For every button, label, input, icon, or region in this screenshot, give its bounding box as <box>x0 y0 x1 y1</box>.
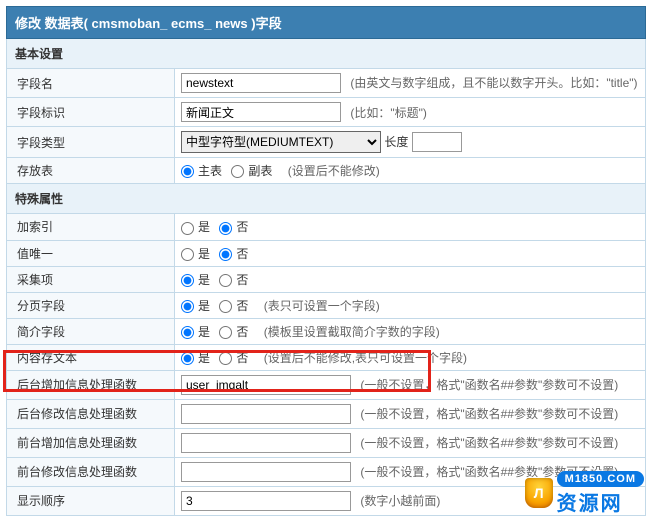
intro-no-radio[interactable] <box>219 326 232 339</box>
storage-main-radio[interactable] <box>181 165 194 178</box>
paging-yes-radio[interactable] <box>181 300 194 313</box>
content-no-radio[interactable] <box>219 352 232 365</box>
storage-main-label: 主表 <box>198 164 222 178</box>
page-title: 修改 数据表( cmsmoban_ ecms_ news )字段 <box>6 6 646 39</box>
content-yes-radio[interactable] <box>181 352 194 365</box>
length-label: 长度 <box>384 135 408 149</box>
label-storage: 存放表 <box>7 158 175 184</box>
hint-be-edit-fn: (一般不设置，格式"函数名##参数"参数可不设置) <box>360 407 618 421</box>
form-table: 字段名 (由英文与数字组成，且不能以数字开头。比如："title") 字段标识 … <box>6 69 646 184</box>
hint-content: (设置后不能修改,表只可设置一个字段) <box>264 351 467 365</box>
hint-order: (数字小越前面) <box>360 494 440 508</box>
field-type-select[interactable]: 中型字符型(MEDIUMTEXT) <box>181 131 381 153</box>
hint-storage: (设置后不能修改) <box>288 164 380 178</box>
hint-paging: (表只可设置一个字段) <box>264 299 380 313</box>
label-field-label: 字段标识 <box>7 98 175 127</box>
hint-field-label: (比如："标题") <box>350 106 427 120</box>
label-content: 内容存文本 <box>7 344 175 370</box>
label-fe-edit-fn: 前台修改信息处理函数 <box>7 457 175 486</box>
hint-intro: (模板里设置截取简介字数的字段) <box>264 325 440 339</box>
label-field-name: 字段名 <box>7 69 175 98</box>
label-collect: 采集项 <box>7 266 175 292</box>
logo-text: 资源网 <box>557 487 644 516</box>
intro-yes-radio[interactable] <box>181 326 194 339</box>
hint-field-name: (由英文与数字组成，且不能以数字开头。比如："title") <box>350 76 637 90</box>
be-edit-fn-input[interactable] <box>181 404 351 424</box>
storage-side-label: 副表 <box>248 164 272 178</box>
label-unique: 值唯一 <box>7 240 175 266</box>
shield-icon: Л <box>525 478 553 508</box>
label-field-type: 字段类型 <box>7 127 175 158</box>
paging-no-radio[interactable] <box>219 300 232 313</box>
field-label-input[interactable] <box>181 102 341 122</box>
label-be-edit-fn: 后台修改信息处理函数 <box>7 399 175 428</box>
label-be-add-fn: 后台增加信息处理函数 <box>7 370 175 399</box>
field-name-input[interactable] <box>181 73 341 93</box>
section-special: 特殊属性 <box>6 184 646 214</box>
unique-no-radio[interactable] <box>219 248 232 261</box>
order-input[interactable] <box>181 491 351 511</box>
collect-no-radio[interactable] <box>219 274 232 287</box>
fe-add-fn-input[interactable] <box>181 433 351 453</box>
unique-yes-radio[interactable] <box>181 248 194 261</box>
site-watermark: Л M1850.COM 资源网 <box>525 471 644 516</box>
addindex-no-radio[interactable] <box>219 222 232 235</box>
addindex-yes-radio[interactable] <box>181 222 194 235</box>
label-intro: 简介字段 <box>7 318 175 344</box>
label-order: 显示顺序 <box>7 486 175 515</box>
logo-badge: M1850.COM <box>557 471 644 487</box>
hint-be-add-fn: (一般不设置，格式"函数名##参数"参数可不设置) <box>360 378 618 392</box>
be-add-fn-input[interactable] <box>181 375 351 395</box>
label-add-index: 加索引 <box>7 214 175 240</box>
section-basic: 基本设置 <box>6 39 646 69</box>
storage-side-radio[interactable] <box>231 165 244 178</box>
label-paging: 分页字段 <box>7 292 175 318</box>
collect-yes-radio[interactable] <box>181 274 194 287</box>
fe-edit-fn-input[interactable] <box>181 462 351 482</box>
hint-fe-add-fn: (一般不设置，格式"函数名##参数"参数可不设置) <box>360 436 618 450</box>
length-input[interactable] <box>412 132 462 152</box>
label-fe-add-fn: 前台增加信息处理函数 <box>7 428 175 457</box>
